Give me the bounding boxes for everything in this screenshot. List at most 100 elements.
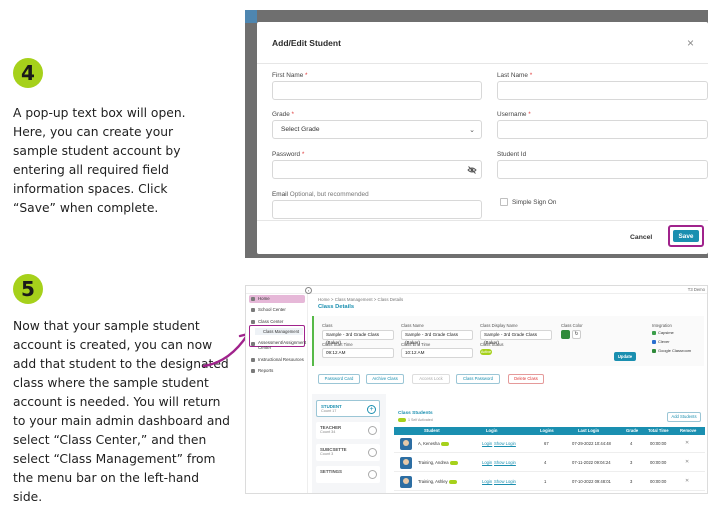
start-time-label: Class Start Time — [322, 342, 353, 347]
last-name-input[interactable] — [497, 81, 708, 100]
login-link[interactable]: Login — [482, 479, 492, 484]
col-login[interactable]: Login — [486, 427, 497, 435]
breadcrumb: Home > Class Management > Class Details — [318, 297, 404, 302]
table-row[interactable]: Training, Ashley Login Show Login 1 07-1… — [394, 473, 705, 491]
class-name-input[interactable]: Sample - 3rd Grade Class (Baker) — [401, 330, 473, 345]
dashboard-screenshot: T3 Demo Home School Center Class Center … — [245, 285, 708, 494]
modal-screenshot: Add/Edit Student × First Name * Last Nam… — [245, 10, 708, 258]
col-grade[interactable]: Grade — [626, 427, 638, 435]
grade-label: Grade * — [272, 111, 295, 118]
integration-google-classroom[interactable]: Google Classroom — [652, 348, 691, 353]
role-subcsette[interactable]: SUBCSETTE Count 3 — [316, 444, 380, 461]
password-input[interactable] — [272, 160, 482, 179]
class-select[interactable]: Sample - 3rd Grade Class (Baker) — [322, 330, 394, 345]
role-teacher[interactable]: TEACHER Count 34 — [316, 422, 380, 439]
radio-icon[interactable] — [368, 448, 377, 457]
show-login-link[interactable]: Show Login — [494, 479, 516, 484]
display-name-label: Class Display Name — [480, 323, 518, 328]
first-name-label: First Name * — [272, 72, 308, 79]
radio-icon[interactable] — [368, 426, 377, 435]
role-settings[interactable]: SETTINGS — [316, 466, 380, 483]
logins-count: 4 — [544, 460, 547, 465]
count-text: 1 Self Activated — [408, 418, 433, 422]
roles-panel: STUDENT Count 17 + TEACHER Count 34 SUBC… — [312, 394, 386, 493]
first-name-input[interactable] — [272, 81, 482, 100]
resources-icon — [251, 358, 255, 362]
class-color-swatch[interactable] — [561, 330, 570, 339]
remove-icon[interactable]: ✕ — [685, 440, 689, 446]
grade: 3 — [630, 479, 633, 484]
sidebar-item-school-center[interactable]: School Center — [249, 306, 305, 314]
sidebar-item-home[interactable]: Home — [249, 295, 305, 303]
collapse-sidebar-button[interactable]: ‹ — [305, 287, 312, 294]
home-icon — [251, 297, 255, 301]
login-link[interactable]: Login — [482, 441, 492, 446]
sidebar-item-assessment-center[interactable]: Assessment/Assignment Center — [249, 340, 306, 354]
grade-select[interactable]: Select Grade ⌄ — [272, 120, 482, 139]
show-login-link[interactable]: Show Login — [494, 441, 516, 446]
add-students-button[interactable]: Add Students — [667, 412, 701, 422]
delete-class-button[interactable]: Delete Class — [508, 374, 544, 384]
col-remove[interactable]: Remove — [680, 427, 696, 435]
class-name-label: Class Name — [401, 323, 424, 328]
page-title: Class Details — [318, 304, 355, 310]
username-input[interactable] — [497, 120, 708, 139]
simple-sign-on-checkbox[interactable] — [500, 198, 508, 206]
update-button[interactable]: Update — [614, 352, 636, 361]
total-time: 00:00:00 — [650, 479, 667, 484]
col-total-time[interactable]: Total Time — [648, 427, 669, 435]
col-last-login[interactable]: Last Login — [578, 427, 599, 435]
access-lock-button[interactable]: Access Lock — [412, 374, 450, 384]
student-name: A, Kenesha — [418, 441, 449, 446]
step-4-badge: 4 — [13, 58, 43, 88]
cancel-button[interactable]: Cancel — [630, 234, 652, 241]
plus-icon[interactable]: + — [367, 405, 376, 414]
col-student[interactable]: Student — [424, 427, 440, 435]
student-name: Training, Andrea — [418, 460, 458, 465]
sidebar-item-instructional-resources[interactable]: Instructional Resources — [249, 356, 305, 364]
close-icon[interactable]: × — [687, 36, 694, 50]
refresh-icon[interactable]: ↻ — [572, 330, 581, 339]
grade: 4 — [630, 441, 633, 446]
display-name-input[interactable]: Sample - 3rd Grade Class (Baker) — [480, 330, 552, 345]
table-row[interactable]: Training, Andrea Login Show Login 4 07-1… — [394, 454, 705, 472]
remove-icon[interactable]: ✕ — [685, 478, 689, 484]
eye-slash-icon[interactable] — [467, 165, 477, 175]
end-time-input[interactable]: 10:12 AM — [401, 348, 473, 358]
remove-icon[interactable]: ✕ — [685, 459, 689, 465]
login-link[interactable]: Login — [482, 460, 492, 465]
table-row[interactable]: A, Kenesha Login Show Login 67 07-29-202… — [394, 435, 705, 453]
start-time-input[interactable]: 09:12 AM — [322, 348, 394, 358]
integration-capsime[interactable]: Capsime — [652, 330, 674, 335]
col-logins[interactable]: Logins — [540, 427, 554, 435]
class-details-card: Class Sample - 3rd Grade Class (Baker) C… — [312, 316, 704, 366]
count-pill — [398, 418, 406, 422]
class-color-label: Class Color — [561, 323, 583, 328]
sidebar-item-class-management[interactable]: Class Management — [255, 328, 303, 335]
class-label: Class — [322, 323, 333, 328]
username-label: Username * — [497, 111, 531, 118]
user-name[interactable]: T3 Demo — [688, 287, 705, 292]
class-password-button[interactable]: Class Password — [456, 374, 500, 384]
sidebar-item-label: Home — [258, 296, 270, 301]
student-id-input[interactable] — [497, 160, 708, 179]
sidebar-item-reports[interactable]: Reports — [249, 367, 305, 375]
email-input[interactable] — [272, 200, 482, 219]
save-button[interactable]: Save — [673, 230, 699, 242]
show-login-link[interactable]: Show Login — [494, 460, 516, 465]
integration-clever[interactable]: Clever — [652, 339, 670, 344]
sidebar-item-class-center[interactable]: Class Center — [249, 318, 305, 326]
role-student[interactable]: STUDENT Count 17 + — [316, 400, 380, 417]
password-card-button[interactable]: Password Card — [318, 374, 360, 384]
archive-class-button[interactable]: Archive Class — [366, 374, 404, 384]
radio-icon[interactable] — [368, 470, 377, 479]
integration-label: Capsime — [658, 330, 674, 335]
tag-pill — [448, 480, 457, 484]
save-highlight: Save — [668, 225, 704, 247]
tag-pill — [449, 461, 458, 465]
class-students-panel: Class Students 1 Self Activated Add Stud… — [394, 404, 705, 493]
modal-title: Add/Edit Student — [272, 37, 341, 48]
logins-count: 1 — [544, 479, 547, 484]
status-badge[interactable]: Active — [480, 349, 492, 355]
capsime-icon — [652, 331, 656, 335]
